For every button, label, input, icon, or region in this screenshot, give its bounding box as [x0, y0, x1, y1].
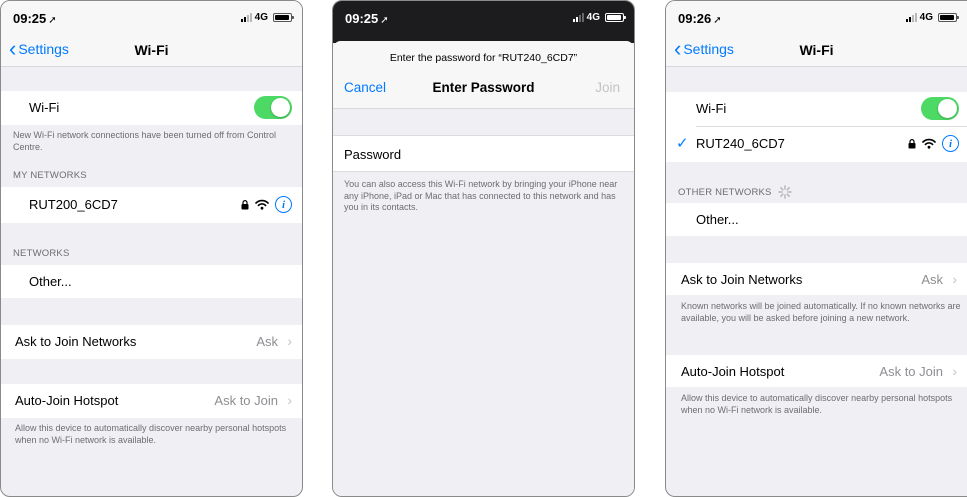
chevron-right-icon: › [952, 363, 957, 379]
wifi-label: Wi-Fi [696, 101, 727, 116]
status-time: 09:25 [345, 11, 379, 26]
other-networks-header: OTHER NETWORKS [678, 186, 772, 198]
wifi-toggle[interactable] [254, 96, 292, 119]
chevron-right-icon: › [287, 333, 292, 349]
auto-join-hotspot-row[interactable]: Auto-Join Hotspot Ask to Join › [666, 355, 967, 387]
info-icon[interactable]: i [275, 196, 292, 213]
network-type: 4G [254, 12, 268, 23]
lock-icon [908, 138, 916, 148]
phone-enter-password: 09:25 ➚ 4G Enter the password for “RUT240… [332, 0, 635, 497]
ask-to-join-value: Ask [921, 272, 943, 287]
ask-to-join-value: Ask [256, 334, 278, 349]
password-prompt: Enter the password for “RUT240_6CD7” [389, 52, 578, 64]
checkmark-icon: ✓ [676, 135, 689, 152]
auto-join-label: Auto-Join Hotspot [681, 364, 785, 379]
sheet-title: Enter Password [432, 80, 535, 95]
auto-join-value: Ask to Join [214, 393, 278, 408]
info-icon[interactable]: i [942, 135, 959, 152]
wifi-label: Wi-Fi [29, 100, 60, 115]
network-type: 4G [919, 12, 933, 23]
auto-join-label: Auto-Join Hotspot [15, 393, 119, 408]
location-arrow-icon: ➚ [713, 15, 722, 26]
password-sheet: Enter the password for “RUT240_6CD7” Can… [333, 41, 634, 496]
network-name: RUT200_6CD7 [29, 197, 118, 212]
wifi-signal-icon [922, 138, 936, 149]
signal-icon [905, 13, 917, 22]
loading-spinner-icon [777, 185, 792, 199]
auto-join-value: Ask to Join [879, 364, 943, 379]
auto-join-note: Allow this device to automatically disco… [15, 423, 287, 445]
location-arrow-icon: ➚ [380, 15, 389, 26]
wifi-toggle[interactable] [921, 97, 959, 120]
chevron-right-icon: › [952, 271, 957, 287]
network-row[interactable]: RUT200_6CD7 i [1, 187, 302, 223]
battery-icon [938, 13, 959, 22]
wifi-signal-icon [255, 199, 269, 210]
battery-icon [605, 13, 626, 22]
other-label: Other... [696, 212, 739, 227]
password-field[interactable]: Password [333, 135, 634, 172]
my-networks-header: MY NETWORKS [13, 170, 87, 181]
page-title: Wi-Fi [134, 42, 169, 58]
other-network-row[interactable]: Other... [666, 203, 967, 236]
nav-bar: ‹ Settings Wi-Fi [666, 35, 967, 67]
status-time: 09:25 [13, 11, 47, 26]
status-bar: 09:26 ➚ 4G [666, 1, 967, 35]
divider [696, 126, 967, 127]
sheet-header: Enter the password for “RUT240_6CD7” Can… [333, 41, 634, 109]
wifi-group: Wi-Fi ✓ RUT240_6CD7 i [666, 92, 967, 162]
password-note: You can also access this Wi-Fi network b… [344, 179, 618, 212]
phone-wifi-settings-1: 09:25 ➚ 4G ‹ Settings Wi-Fi Wi-Fi New Wi-F… [0, 0, 303, 497]
lock-icon [241, 199, 249, 209]
join-button[interactable]: Join [595, 80, 620, 95]
password-label: Password [344, 147, 402, 162]
chevron-right-icon: › [287, 392, 292, 408]
auto-join-note: Allow this device to automatically disco… [681, 393, 953, 415]
auto-join-hotspot-row[interactable]: Auto-Join Hotspot Ask to Join › [1, 384, 302, 418]
battery-icon [273, 13, 294, 22]
page-title: Wi-Fi [799, 42, 834, 58]
connected-network-name[interactable]: RUT240_6CD7 [696, 136, 785, 151]
signal-icon [240, 13, 252, 22]
phone-wifi-settings-2: 09:26 ➚ 4G ‹ Settings Wi-Fi Wi-Fi ✓ RUT240… [665, 0, 967, 497]
signal-icon [572, 13, 584, 22]
network-type: 4G [586, 12, 600, 23]
ask-to-join-label: Ask to Join Networks [15, 334, 137, 349]
other-network-row[interactable]: Other... [1, 265, 302, 298]
other-label: Other... [29, 274, 72, 289]
ask-to-join-row[interactable]: Ask to Join Networks Ask › [1, 325, 302, 359]
networks-header: NETWORKS [13, 248, 70, 259]
wifi-note: New Wi-Fi network connections have been … [13, 130, 276, 152]
ask-to-join-note: Known networks will be joined automatica… [681, 301, 961, 323]
wifi-toggle-row: Wi-Fi [1, 91, 302, 125]
ask-to-join-label: Ask to Join Networks [681, 272, 803, 287]
nav-bar: ‹ Settings Wi-Fi [1, 35, 302, 67]
ask-to-join-row[interactable]: Ask to Join Networks Ask › [666, 263, 967, 295]
location-arrow-icon: ➚ [48, 15, 57, 26]
status-bar: 09:25 ➚ 4G [333, 1, 634, 35]
status-time: 09:26 [678, 11, 712, 26]
status-bar: 09:25 ➚ 4G [1, 1, 302, 35]
